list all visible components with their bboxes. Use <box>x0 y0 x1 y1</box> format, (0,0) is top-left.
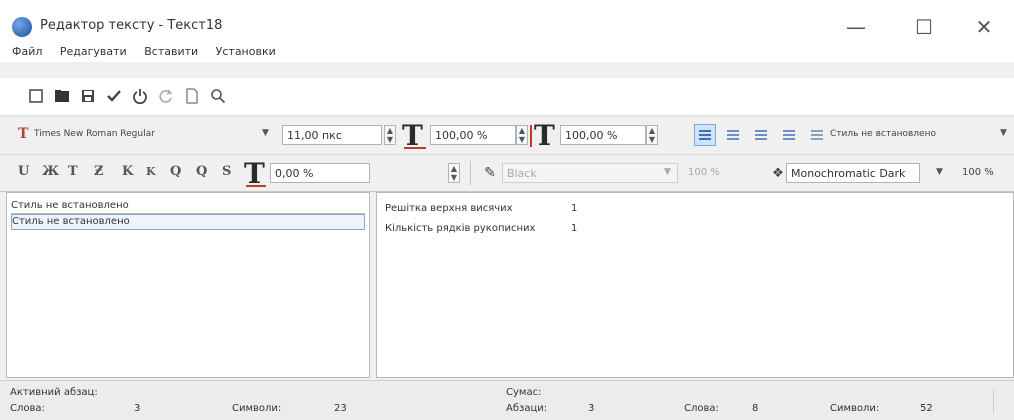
zoom-out-button[interactable]: Q <box>196 164 207 179</box>
horizontal-scale-spinner[interactable]: ▲ ▼ <box>516 125 528 145</box>
small-caps-button[interactable]: K <box>122 164 133 179</box>
paragraphs-label: Абзаци: <box>506 403 548 414</box>
vertical-scale-indicator <box>530 125 532 147</box>
resize-grip[interactable] <box>993 389 1008 413</box>
chars-value: 23 <box>334 403 347 414</box>
vertical-scale-field[interactable]: 100,00 % <box>560 125 646 145</box>
letter-spacing-spinner[interactable]: ▲ ▼ <box>448 163 460 183</box>
double-underline-button[interactable]: Ж <box>42 164 59 179</box>
horizontal-scale-field[interactable]: 100,00 % <box>430 125 516 145</box>
strikethrough-button[interactable]: T <box>68 164 78 179</box>
text-opacity-value[interactable]: 100 % <box>688 167 720 178</box>
theme-icon: ❖ <box>772 165 784 181</box>
styles-list-panel: Стиль не встановлено Стиль не встановлен… <box>6 192 370 378</box>
total-words-value: 8 <box>752 403 759 414</box>
vertical-scale-icon: T <box>534 119 555 152</box>
align-center-icon <box>727 129 739 141</box>
underline-button[interactable]: U <box>18 164 29 179</box>
total-chars-value: 52 <box>920 403 933 414</box>
checkmark-icon[interactable] <box>104 86 124 106</box>
chars-label: Символи: <box>232 403 282 414</box>
align-center-button[interactable] <box>722 124 744 146</box>
paragraphs-value: 3 <box>588 403 595 414</box>
font-toolbar: T Times New Roman Regular ▼ 11,00 пкс ▲ ▼… <box>0 116 1014 155</box>
align-left-button[interactable] <box>694 124 716 146</box>
style-dropdown-icon[interactable]: ▼ <box>1000 128 1007 138</box>
words-value: 3 <box>134 403 141 414</box>
toolbar-separator <box>470 161 471 185</box>
minimize-button[interactable]: — <box>836 12 876 42</box>
total-words-label: Слова: <box>684 403 719 414</box>
power-icon[interactable] <box>130 86 150 106</box>
editor-window: Редактор тексту - Текст18 — ☐ ✕ Файл Ред… <box>0 0 1014 420</box>
menu-settings[interactable]: Установки <box>216 42 276 62</box>
text-color-select[interactable]: Black <box>502 163 678 183</box>
align-right-icon <box>755 129 767 141</box>
color-picker-icon[interactable]: ✎ <box>480 163 500 183</box>
zoom-in-button[interactable]: Q <box>170 164 181 179</box>
document-info-panel: Решітка верхня висячих 1 Кількість рядкі… <box>376 192 1014 378</box>
font-size-field[interactable]: 11,00 пкс <box>282 125 382 145</box>
maximize-button[interactable]: ☐ <box>904 12 944 42</box>
font-name-select[interactable]: Times New Roman Regular <box>34 129 155 139</box>
text-color-dropdown-icon[interactable]: ▼ <box>664 167 671 177</box>
window-title: Редактор тексту - Текст18 <box>40 18 223 33</box>
info-row: Кількість рядків рукописних 1 <box>385 223 577 234</box>
info-row-label: Кількість рядків рукописних <box>385 223 536 234</box>
total-label: Сумас: <box>506 387 542 398</box>
title-bar: Редактор тексту - Текст18 — ☐ ✕ Файл Ред… <box>0 0 1014 62</box>
info-row-label: Решітка верхня висячих <box>385 203 513 214</box>
menu-file[interactable]: Файл <box>12 42 42 62</box>
align-right-button[interactable] <box>750 124 772 146</box>
blank-page-icon[interactable] <box>182 86 202 106</box>
new-document-icon[interactable] <box>26 86 46 106</box>
open-folder-icon[interactable] <box>52 86 72 106</box>
menu-bar: Файл Редагувати Вставити Установки <box>0 42 1014 62</box>
total-chars-label: Символи: <box>830 403 880 414</box>
align-justify-icon <box>783 129 795 141</box>
info-row-value: 1 <box>571 223 578 234</box>
theme-dropdown-icon[interactable]: ▼ <box>936 167 943 177</box>
letter-spacing-indicator <box>246 185 266 187</box>
save-icon[interactable] <box>78 86 98 106</box>
vertical-scale-spinner[interactable]: ▲ ▼ <box>646 125 658 145</box>
paragraph-style-icon <box>811 129 823 141</box>
align-left-icon <box>699 129 711 141</box>
style-list-item-selected[interactable]: Стиль не встановлено <box>11 214 365 230</box>
redo-icon[interactable] <box>156 86 176 106</box>
align-justify-button[interactable] <box>778 124 800 146</box>
info-row-value: 1 <box>571 203 578 214</box>
font-name-dropdown-icon[interactable]: ▼ <box>262 128 269 138</box>
font-size-spinner[interactable]: ▲ ▼ <box>384 125 396 145</box>
theme-select[interactable]: Monochromatic Dark <box>786 163 920 183</box>
font-type-icon: T <box>18 126 29 142</box>
caps-button[interactable]: K <box>146 165 156 178</box>
paragraph-style-button[interactable] <box>806 124 828 146</box>
shadow-button[interactable]: S <box>222 164 231 179</box>
style-select[interactable]: Стиль не встановлено <box>830 129 936 139</box>
active-paragraph-label: Активний абзац: <box>10 387 98 398</box>
horizontal-scale-indicator <box>404 147 426 149</box>
theme-opacity-value[interactable]: 100 % <box>962 167 994 178</box>
main-toolbar <box>0 78 1014 114</box>
menu-insert[interactable]: Вставити <box>144 42 198 62</box>
format-toolbar: U Ж T Ƶ K K Q Q S T 0,00 % ▲ ▼ ✎ Black ▼ … <box>0 154 1014 192</box>
style-list-item[interactable]: Стиль не встановлено <box>11 199 365 214</box>
superscript-button[interactable]: Ƶ <box>94 164 104 179</box>
menu-edit[interactable]: Редагувати <box>60 42 127 62</box>
close-button[interactable]: ✕ <box>964 12 1004 42</box>
words-label: Слова: <box>10 403 45 414</box>
status-bar: Активний абзац: Слова: 3 Символи: 23 Сум… <box>0 380 1014 420</box>
info-row: Решітка верхня висячих 1 <box>385 203 577 214</box>
app-icon <box>12 17 32 37</box>
search-icon[interactable] <box>208 86 228 106</box>
letter-spacing-field[interactable]: 0,00 % <box>270 163 370 183</box>
